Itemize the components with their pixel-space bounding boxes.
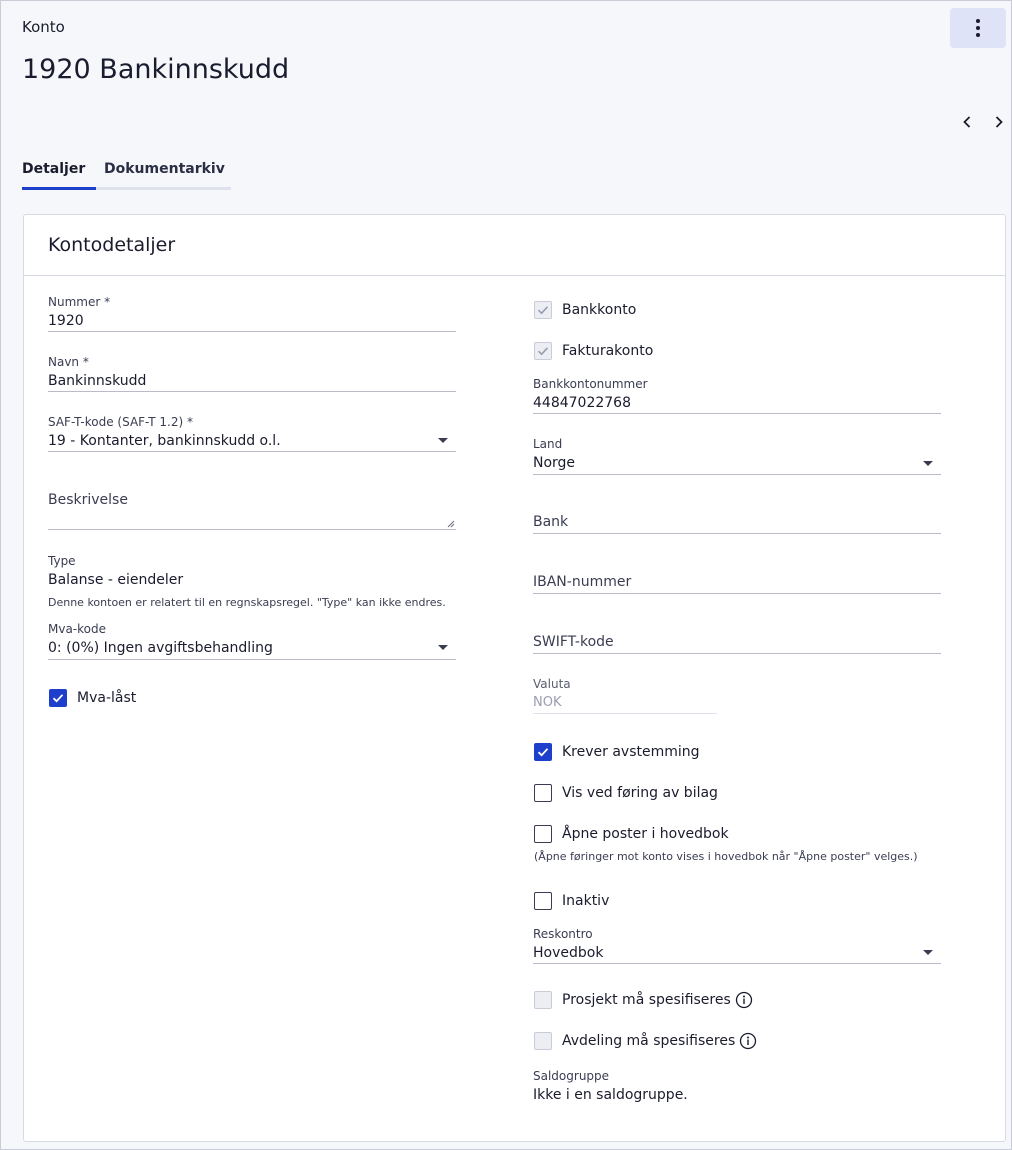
saft-select[interactable]: SAF-T-kode (SAF-T 1.2) * 19 - Kontanter,… xyxy=(48,415,456,453)
krever-avstemming-label: Krever avstemming xyxy=(562,744,700,760)
krever-avstemming-row[interactable]: Krever avstemming xyxy=(534,743,700,761)
chevron-left-icon xyxy=(963,116,971,128)
chevron-down-icon xyxy=(438,645,448,650)
tab-detaljer[interactable]: Detaljer xyxy=(22,161,96,190)
saft-label: SAF-T-kode (SAF-T 1.2) * xyxy=(48,415,194,429)
chevron-right-icon xyxy=(995,116,1003,128)
fakturakonto-label: Fakturakonto xyxy=(562,343,654,359)
bankkonto-checkbox-row: Bankkonto xyxy=(534,301,636,319)
breadcrumb: Konto xyxy=(22,18,65,36)
navn-field[interactable]: Navn * Bankinnskudd xyxy=(48,355,456,393)
next-button[interactable] xyxy=(989,112,1009,132)
saldogruppe-value: Ikke i en saldogruppe. xyxy=(533,1087,688,1103)
bankkontonummer-label: Bankkontonummer xyxy=(533,377,648,391)
vis-ved-foring-checkbox[interactable] xyxy=(534,784,552,802)
type-hint: Denne kontoen er relatert til en regnska… xyxy=(48,596,446,609)
mva-last-label: Mva-låst xyxy=(77,690,137,706)
vis-ved-foring-row[interactable]: Vis ved føring av bilag xyxy=(534,784,718,802)
mva-value: 0: (0%) Ingen avgiftsbehandling xyxy=(48,640,273,656)
prosjekt-row: Prosjekt må spesifiseres xyxy=(534,991,753,1009)
avdeling-checkbox xyxy=(534,1032,552,1050)
saft-value: 19 - Kontanter, bankinnskudd o.l. xyxy=(48,433,281,449)
valuta-value: NOK xyxy=(533,695,562,710)
inaktiv-label: Inaktiv xyxy=(562,893,610,909)
apne-poster-checkbox[interactable] xyxy=(534,825,552,843)
chevron-down-icon xyxy=(438,438,448,443)
apne-poster-row[interactable]: Åpne poster i hovedbok xyxy=(534,825,729,843)
more-vertical-icon xyxy=(976,19,980,23)
type-value: Balanse - eiendeler xyxy=(48,572,184,588)
info-icon[interactable] xyxy=(739,1032,757,1050)
previous-button[interactable] xyxy=(957,112,977,132)
bank-placeholder: Bank xyxy=(533,514,569,530)
navn-value: Bankinnskudd xyxy=(48,373,147,389)
check-icon xyxy=(537,748,549,757)
valuta-label: Valuta xyxy=(533,677,571,691)
reskontro-label: Reskontro xyxy=(533,927,593,941)
bank-field[interactable]: Bank xyxy=(533,514,941,534)
navn-label: Navn * xyxy=(48,355,89,369)
card-title: Kontodetaljer xyxy=(24,215,1005,276)
chevron-down-icon xyxy=(923,950,933,955)
saldogruppe-field: Saldogruppe Ikke i en saldogruppe. xyxy=(533,1069,833,1104)
mva-select[interactable]: Mva-kode 0: (0%) Ingen avgiftsbehandling xyxy=(48,622,456,660)
bankkontonummer-value: 44847022768 xyxy=(533,395,631,411)
nummer-value: 1920 xyxy=(48,313,84,329)
check-icon xyxy=(537,347,549,356)
mva-last-checkbox-row[interactable]: Mva-låst xyxy=(49,689,136,707)
chevron-down-icon xyxy=(923,461,933,466)
more-options-button[interactable] xyxy=(950,8,1006,48)
type-field: Type Balanse - eiendeler Denne kontoen e… xyxy=(48,554,468,609)
reskontro-select[interactable]: Reskontro Hovedbok xyxy=(533,927,941,965)
land-label: Land xyxy=(533,437,563,451)
check-icon xyxy=(52,694,64,703)
beskrivelse-textarea[interactable]: Beskrivelse xyxy=(48,492,456,530)
prosjekt-checkbox xyxy=(534,991,552,1009)
fakturakonto-checkbox-row: Fakturakonto xyxy=(534,342,653,360)
valuta-field: Valuta NOK xyxy=(533,677,717,715)
apne-poster-label: Åpne poster i hovedbok xyxy=(562,826,729,842)
reskontro-value: Hovedbok xyxy=(533,945,604,961)
iban-placeholder: IBAN-nummer xyxy=(533,574,632,590)
type-label: Type xyxy=(48,554,76,568)
resize-handle-icon[interactable] xyxy=(447,520,455,528)
tab-dokumentarkiv[interactable]: Dokumentarkiv xyxy=(96,161,231,190)
swift-placeholder: SWIFT-kode xyxy=(533,634,614,650)
saldogruppe-label: Saldogruppe xyxy=(533,1069,610,1083)
check-icon xyxy=(537,306,549,315)
bankkonto-checkbox xyxy=(534,301,552,319)
inaktiv-row[interactable]: Inaktiv xyxy=(534,892,609,910)
page-title: 1920 Bankinnskudd xyxy=(22,54,290,85)
inaktiv-checkbox[interactable] xyxy=(534,892,552,910)
nummer-field[interactable]: Nummer * 1920 xyxy=(48,295,456,333)
land-select[interactable]: Land Norge xyxy=(533,437,941,475)
account-details-card: Kontodetaljer Nummer * 1920 Navn * Banki… xyxy=(23,214,1006,1142)
nummer-label: Nummer * xyxy=(48,295,111,309)
bankkontonummer-field[interactable]: Bankkontonummer 44847022768 xyxy=(533,377,941,415)
iban-field[interactable]: IBAN-nummer xyxy=(533,574,941,594)
mva-label: Mva-kode xyxy=(48,622,107,636)
avdeling-label: Avdeling må spesifiseres xyxy=(562,1033,736,1049)
tab-bar: Detaljer Dokumentarkiv xyxy=(22,161,231,190)
info-icon[interactable] xyxy=(735,991,753,1009)
swift-field[interactable]: SWIFT-kode xyxy=(533,634,941,654)
bankkonto-label: Bankkonto xyxy=(562,302,637,318)
krever-avstemming-checkbox[interactable] xyxy=(534,743,552,761)
avdeling-row: Avdeling må spesifiseres xyxy=(534,1032,757,1050)
land-value: Norge xyxy=(533,455,576,471)
beskrivelse-placeholder: Beskrivelse xyxy=(48,492,128,508)
apne-poster-hint: (Åpne føringer mot konto vises i hovedbo… xyxy=(534,850,918,863)
vis-ved-foring-label: Vis ved føring av bilag xyxy=(562,785,718,801)
mva-last-checkbox[interactable] xyxy=(49,689,67,707)
prosjekt-label: Prosjekt må spesifiseres xyxy=(562,992,731,1008)
fakturakonto-checkbox xyxy=(534,342,552,360)
